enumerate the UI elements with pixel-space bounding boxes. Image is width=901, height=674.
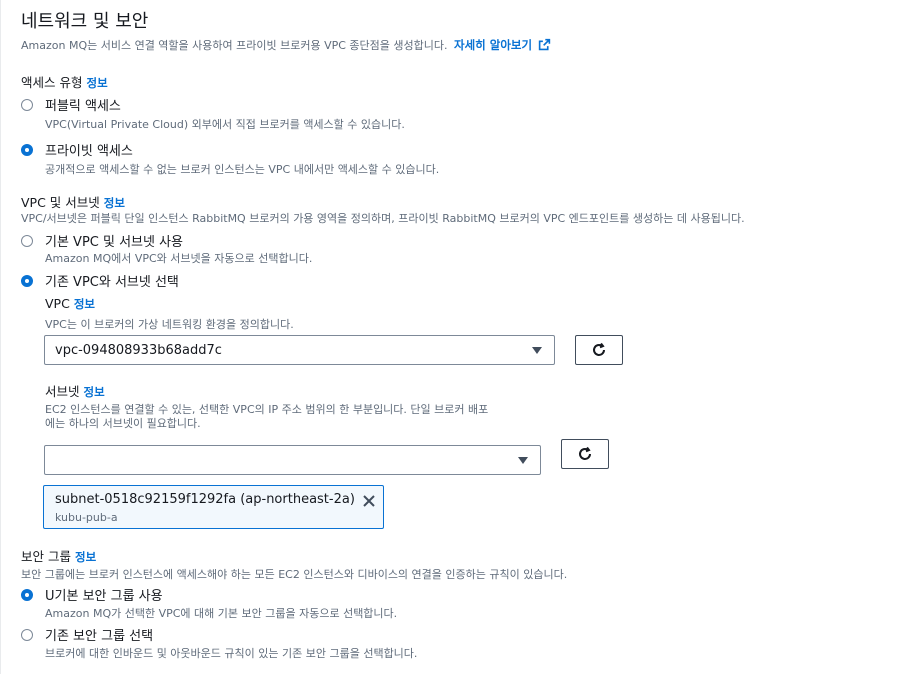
security-group-label: 보안 그룹 정보 (21, 546, 96, 565)
public-access-description: VPC(Virtual Private Cloud) 외부에서 직접 브로커를 … (45, 118, 405, 131)
caret-down-icon (532, 347, 542, 354)
subnet-token-tag: kubu-pub-a (55, 511, 118, 524)
security-group-description: 보안 그룹에는 브로커 인스턴스에 액세스해야 하는 모든 EC2 인스턴스와 … (21, 568, 568, 581)
refresh-icon (579, 446, 591, 460)
subnet-token-label: subnet-0518c92159f1292fa (ap-northeast-2… (55, 492, 355, 507)
access-type-label-text: 액세스 유형 (21, 75, 83, 90)
security-group-info-link[interactable]: 정보 (75, 550, 96, 564)
security-group-label-text: 보안 그룹 (21, 549, 71, 564)
refresh-icon (593, 342, 605, 356)
vpc-refresh-button[interactable] (575, 335, 623, 365)
default-vpc-label[interactable]: 기본 VPC 및 서브넷 사용 (45, 231, 183, 250)
selected-subnet-token: subnet-0518c92159f1292fa (ap-northeast-2… (43, 485, 384, 529)
subnet-info-link[interactable]: 정보 (84, 385, 105, 399)
container-left-border (0, 0, 1, 674)
default-security-group-radio[interactable] (21, 589, 33, 601)
existing-security-group-label[interactable]: 기존 보안 그룹 선택 (45, 625, 153, 644)
default-security-group-description: Amazon MQ가 선택한 VPC에 대해 기본 보안 그룹을 자동으로 선택… (45, 607, 398, 620)
vpc-subnets-label-text: VPC 및 서브넷 (21, 195, 100, 210)
existing-vpc-radio[interactable] (21, 275, 33, 287)
vpc-field-label: VPC 정보 (45, 296, 95, 312)
access-type-label: 액세스 유형 정보 (21, 72, 108, 91)
existing-security-group-description: 브로커에 대한 인바운드 및 아웃바운드 규칙이 있는 기존 보안 그룹을 선택… (45, 647, 418, 660)
default-vpc-description: Amazon MQ에서 VPC와 서브넷을 자동으로 선택합니다. (45, 252, 313, 265)
section-description-text: Amazon MQ는 서비스 연결 역할을 사용하여 프라이빗 브로커용 VPC… (21, 39, 448, 52)
vpc-field-label-text: VPC (45, 296, 70, 311)
existing-security-group-radio[interactable] (21, 629, 33, 641)
subnet-select[interactable] (44, 445, 541, 475)
access-type-info-link[interactable]: 정보 (86, 76, 107, 90)
caret-down-icon (518, 457, 528, 464)
vpc-field-description: VPC는 이 브로커의 가상 네트워킹 환경을 정의합니다. (45, 318, 294, 331)
section-title: 네트워크 및 보안 (21, 11, 149, 32)
default-vpc-radio[interactable] (21, 235, 33, 247)
vpc-select[interactable]: vpc-094808933b68add7c (44, 335, 555, 365)
section-description: Amazon MQ는 서비스 연결 역할을 사용하여 프라이빗 브로커용 VPC… (21, 37, 551, 53)
vpc-subnets-label: VPC 및 서브넷 정보 (21, 192, 125, 211)
vpc-select-value: vpc-094808933b68add7c (55, 343, 222, 358)
private-access-radio[interactable] (21, 144, 33, 156)
subnet-field-label: 서브넷 정보 (45, 381, 105, 400)
public-access-radio[interactable] (21, 99, 33, 111)
vpc-subnets-description: VPC/서브넷은 퍼블릭 단일 인스턴스 RabbitMQ 브로커의 가용 영역… (21, 212, 745, 225)
close-icon[interactable] (362, 494, 376, 508)
vpc-info-link[interactable]: 정보 (74, 297, 95, 311)
public-access-label[interactable]: 퍼블릭 액세스 (45, 95, 121, 114)
private-access-label[interactable]: 프라이빗 액세스 (45, 140, 133, 159)
private-access-description: 공개적으로 액세스할 수 없는 브로커 인스턴스는 VPC 내에서만 액세스할 … (45, 163, 440, 176)
subnet-field-description-line2: 에는 하나의 서브넷이 필요합니다. (45, 417, 201, 430)
learn-more-link[interactable]: 자세히 알아보기 (454, 38, 532, 52)
subnet-field-label-text: 서브넷 (45, 384, 80, 399)
existing-vpc-label[interactable]: 기존 VPC와 서브넷 선택 (45, 271, 179, 290)
external-link-icon[interactable] (538, 38, 551, 51)
subnet-refresh-button[interactable] (561, 439, 609, 469)
default-security-group-label[interactable]: U기본 보안 그룹 사용 (45, 585, 163, 604)
vpc-subnets-info-link[interactable]: 정보 (104, 196, 125, 210)
